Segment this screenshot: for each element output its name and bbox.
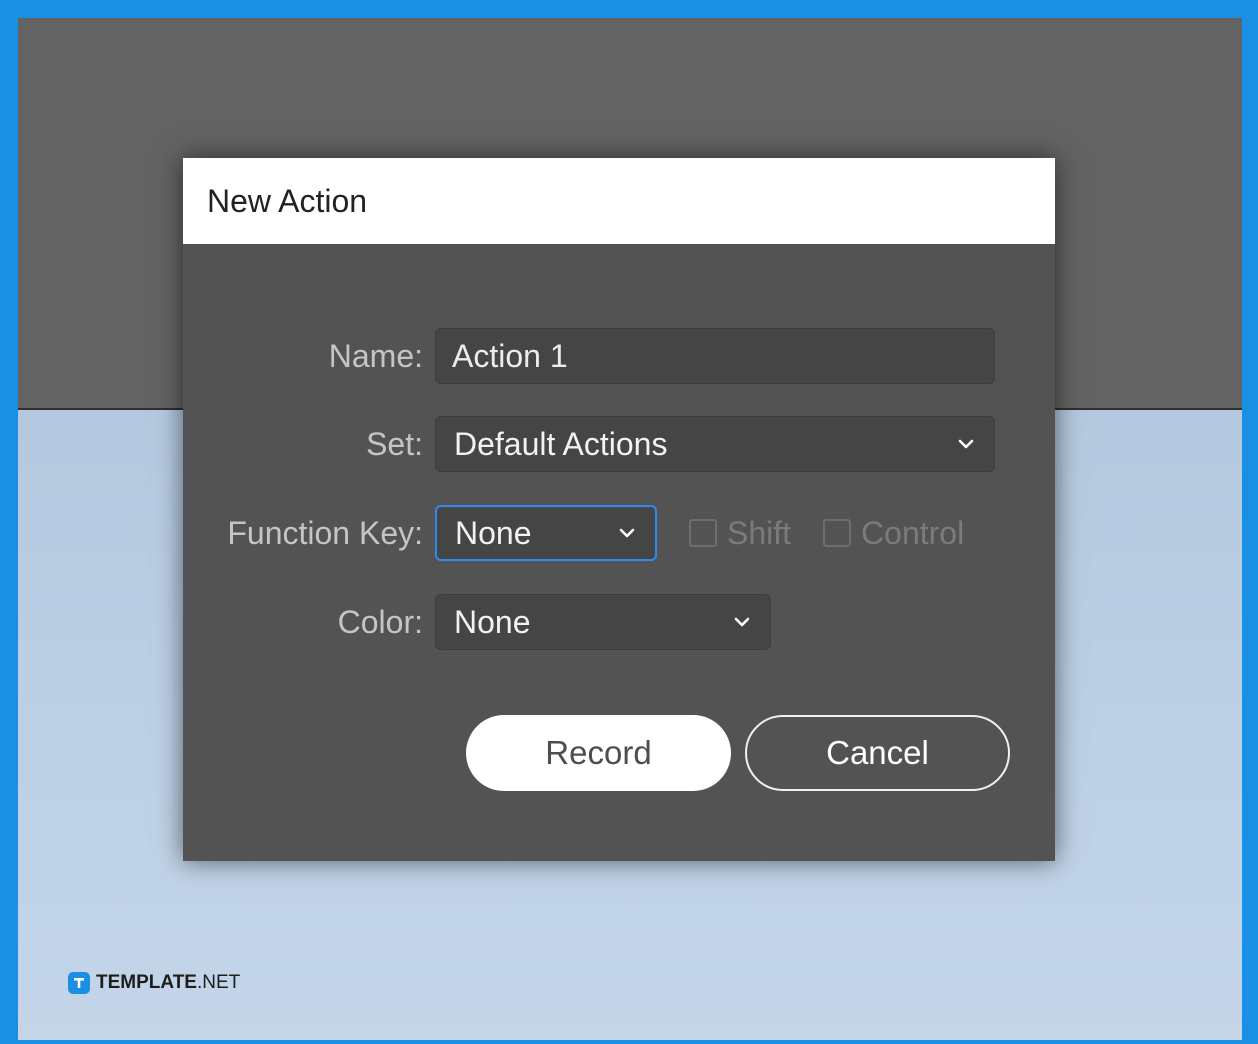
name-input-value: Action 1 (452, 337, 568, 374)
dialog-title: New Action (207, 182, 368, 219)
shift-checkbox-box[interactable] (689, 519, 717, 547)
chevron-down-icon (619, 528, 635, 538)
set-select-value: Default Actions (454, 425, 668, 462)
chevron-down-icon (958, 439, 974, 449)
name-input[interactable]: Action 1 (435, 328, 995, 384)
set-label: Set: (366, 425, 423, 462)
color-select[interactable]: None (435, 594, 771, 650)
color-label: Color: (337, 603, 423, 640)
control-checkbox-label: Control (861, 514, 965, 551)
cancel-button[interactable]: Cancel (745, 715, 1010, 791)
shift-checkbox-label: Shift (727, 514, 792, 551)
template-logo-icon (68, 972, 90, 994)
chevron-down-icon (734, 617, 750, 627)
record-button[interactable]: Record (466, 715, 731, 791)
control-checkbox-box[interactable] (823, 519, 852, 547)
function-key-label: Function Key: (227, 514, 423, 551)
name-label: Name: (328, 337, 423, 374)
shift-checkbox[interactable]: Shift (689, 515, 791, 552)
t-letter-icon (74, 978, 84, 988)
record-button-label: Record (545, 734, 652, 771)
color-select-value: None (454, 603, 531, 640)
function-key-select-value: None (455, 514, 532, 551)
template-net-watermark: TEMPLATE .NET (68, 972, 240, 994)
screenshot-frame: New Action Name: Action 1 Set: Default A… (18, 18, 1242, 1040)
watermark-brand: TEMPLATE (96, 972, 197, 993)
set-select[interactable]: Default Actions (435, 416, 995, 472)
set-row: Set: Default Actions (183, 416, 995, 472)
watermark-suffix: .NET (196, 972, 241, 993)
new-action-dialog: New Action Name: Action 1 Set: Default A… (183, 158, 1055, 861)
function-key-row: Function Key: None Shift Control (183, 505, 964, 561)
function-key-select[interactable]: None (435, 505, 657, 561)
control-checkbox[interactable]: Control (823, 515, 964, 552)
cancel-button-label: Cancel (826, 734, 929, 771)
name-row: Name: Action 1 (183, 328, 995, 384)
color-row: Color: None (183, 594, 771, 650)
dialog-title-bar: New Action (183, 158, 1055, 244)
